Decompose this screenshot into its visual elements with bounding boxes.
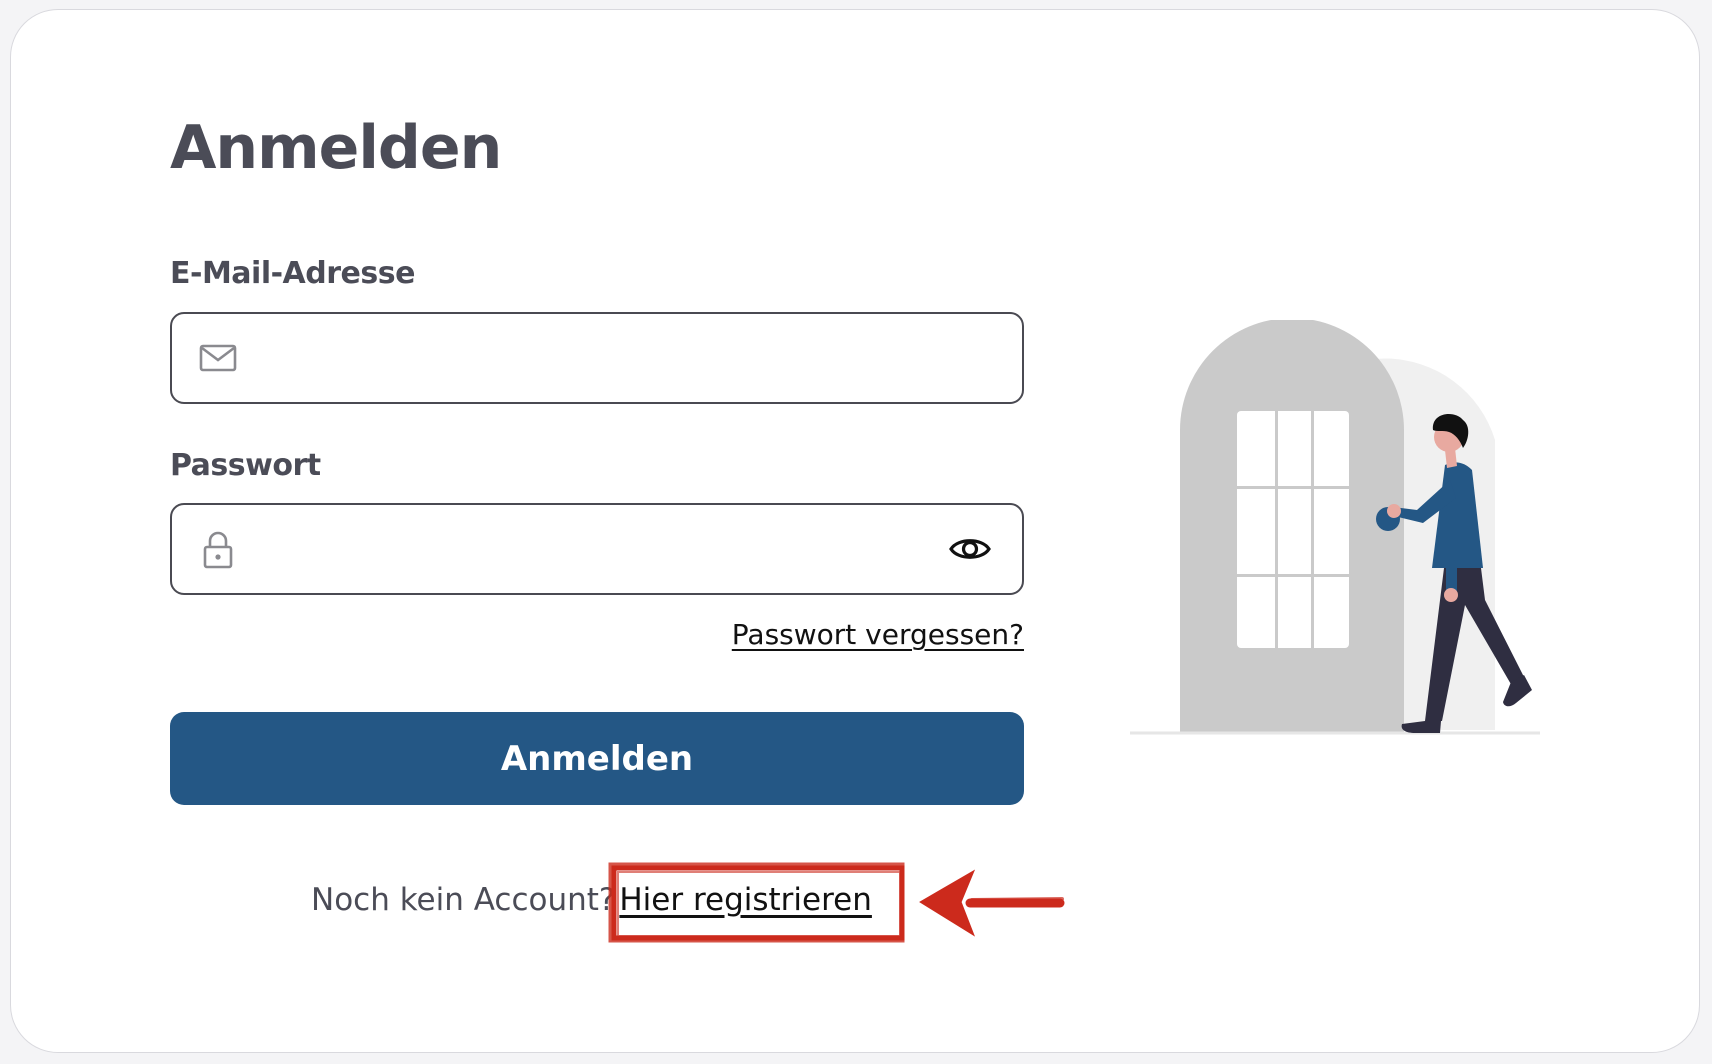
signup-row: Noch kein Account? Hier registrieren bbox=[311, 882, 872, 918]
page-title: Anmelden bbox=[170, 113, 502, 183]
email-input[interactable] bbox=[262, 314, 926, 404]
forgot-password-link[interactable]: Passwort vergessen? bbox=[732, 618, 1024, 651]
password-field[interactable] bbox=[170, 503, 1024, 595]
login-button[interactable]: Anmelden bbox=[170, 712, 1024, 805]
eye-icon[interactable] bbox=[948, 527, 992, 571]
signup-prompt: Noch kein Account? bbox=[311, 882, 616, 918]
password-label: Passwort bbox=[170, 448, 321, 483]
password-input[interactable] bbox=[262, 505, 926, 595]
door-illustration bbox=[1130, 320, 1540, 735]
lock-icon bbox=[203, 531, 233, 569]
register-link[interactable]: Hier registrieren bbox=[619, 882, 872, 918]
email-field[interactable] bbox=[170, 312, 1024, 404]
mail-icon bbox=[199, 344, 237, 372]
email-label: E-Mail-Adresse bbox=[170, 256, 415, 291]
